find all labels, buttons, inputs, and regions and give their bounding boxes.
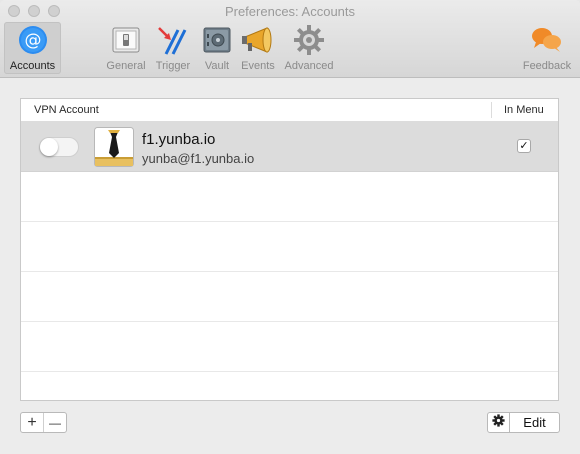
edit-button[interactable]: Edit (509, 412, 560, 433)
remove-account-button[interactable]: — (43, 413, 66, 432)
add-account-button[interactable]: + (21, 413, 43, 432)
toolbar-label: Trigger (155, 60, 191, 72)
in-menu-checkbox[interactable]: ✓ (517, 139, 531, 153)
window-title: Preferences: Accounts (224, 4, 356, 19)
account-enable-toggle[interactable] (39, 137, 79, 157)
toolbar-label: Vault (204, 60, 230, 72)
account-name: f1.yunba.io (142, 131, 216, 148)
tie-icon (94, 127, 134, 167)
at-sign-icon: @ (4, 22, 61, 58)
column-header-in-menu[interactable]: In Menu (504, 104, 544, 116)
column-divider (491, 102, 492, 118)
toolbar-label: Advanced (284, 60, 334, 72)
toggle-knob (40, 138, 58, 156)
action-menu-button[interactable] (487, 412, 510, 433)
add-remove-control: + — (20, 412, 67, 433)
gear-icon (492, 413, 505, 432)
toolbar-item-accounts[interactable]: @ Accounts (4, 22, 61, 74)
toolbar-item-trigger[interactable]: Trigger (150, 22, 196, 74)
toolbar-item-advanced[interactable]: Advanced (281, 22, 337, 74)
table-row-empty (21, 222, 558, 272)
trigger-icon (150, 22, 196, 58)
toolbar-label: General (106, 60, 146, 72)
toolbar-label: Accounts (9, 60, 56, 72)
svg-text:@: @ (24, 31, 41, 51)
column-header-account[interactable]: VPN Account (34, 104, 99, 116)
toolbar-item-events[interactable]: Events (237, 22, 279, 74)
toolbar-label: Feedback (522, 60, 572, 72)
vpn-account-table: VPN Account In Menu f1.yunba.io yunba@f1… (20, 98, 559, 401)
table-row-empty (21, 322, 558, 372)
account-email: yunba@f1.yunba.io (142, 151, 255, 166)
table-row-empty (21, 272, 558, 322)
speech-bubbles-icon (517, 22, 577, 58)
vault-icon (197, 22, 237, 58)
toolbar-item-general[interactable]: General (103, 22, 149, 74)
table-row-empty (21, 172, 558, 222)
gear-icon (281, 22, 337, 58)
table-row[interactable]: f1.yunba.io yunba@f1.yunba.io ✓ (21, 122, 558, 172)
toolbar-item-feedback[interactable]: Feedback (517, 22, 577, 74)
toolbar-item-vault[interactable]: Vault (197, 22, 237, 74)
switch-icon (103, 22, 149, 58)
table-header: VPN Account In Menu (21, 99, 558, 122)
toolbar: Preferences: Accounts @ Accounts General… (0, 0, 580, 78)
toolbar-label: Events (241, 60, 275, 72)
megaphone-icon (237, 22, 279, 58)
preferences-window: Preferences: Accounts @ Accounts General… (0, 0, 580, 454)
